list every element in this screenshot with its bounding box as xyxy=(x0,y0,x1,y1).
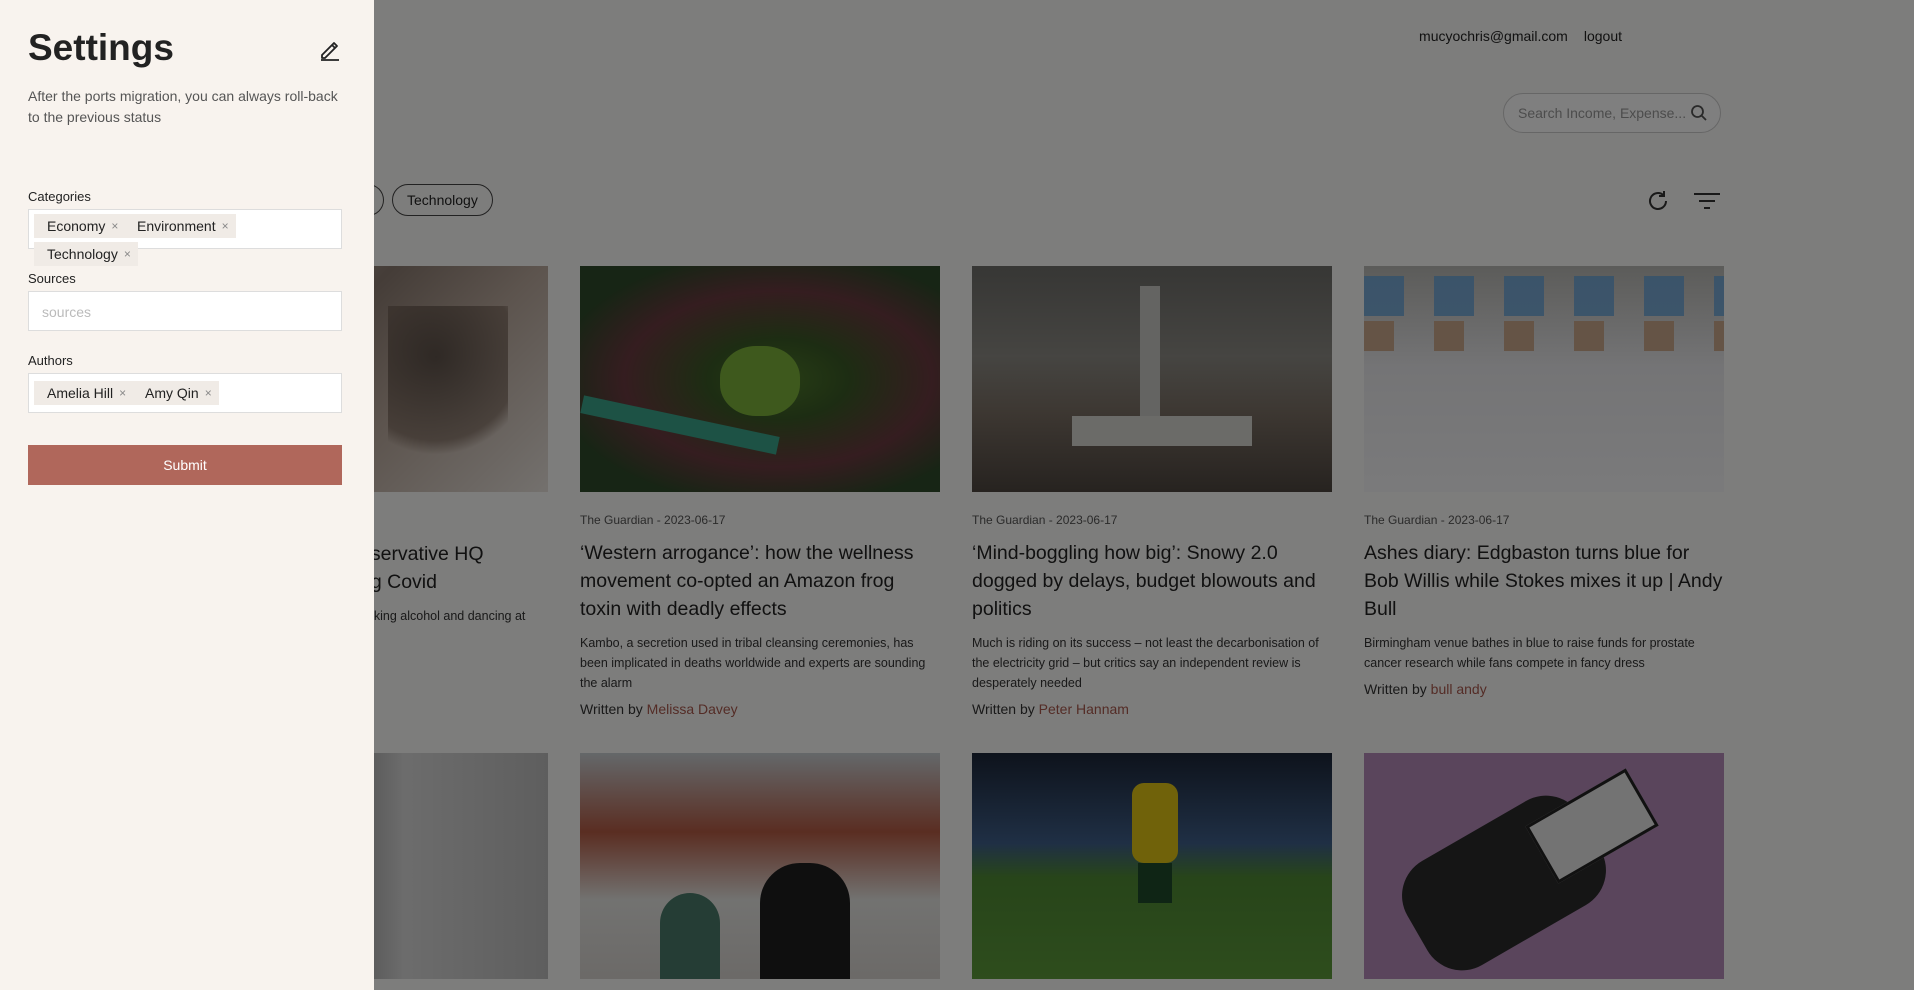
close-icon[interactable]: × xyxy=(124,247,131,261)
sources-label: Sources xyxy=(28,271,76,286)
category-tag: Economy × xyxy=(34,214,126,238)
author-tag: Amy Qin × xyxy=(132,381,219,405)
close-icon[interactable]: × xyxy=(205,386,212,400)
authors-label: Authors xyxy=(28,353,73,368)
categories-field[interactable]: Economy × Environment × Technology × xyxy=(28,209,342,266)
tag-label: Amy Qin xyxy=(145,385,199,401)
categories-label: Categories xyxy=(28,189,91,204)
pencil-icon[interactable] xyxy=(317,36,343,62)
tag-label: Technology xyxy=(47,246,118,262)
authors-field[interactable]: Amelia Hill × Amy Qin × xyxy=(28,373,342,413)
tag-label: Amelia Hill xyxy=(47,385,114,401)
close-icon[interactable]: × xyxy=(119,386,126,400)
close-icon[interactable]: × xyxy=(222,219,229,233)
sources-input[interactable] xyxy=(40,292,324,332)
settings-drawer: Settings After the ports migration, you … xyxy=(0,0,374,990)
close-icon[interactable]: × xyxy=(111,219,118,233)
tag-label: Environment xyxy=(137,218,216,234)
tag-label: Economy xyxy=(47,218,106,234)
submit-button[interactable]: Submit xyxy=(28,445,342,485)
settings-title: Settings xyxy=(28,27,174,68)
category-tag: Technology × xyxy=(34,242,138,266)
settings-note: After the ports migration, you can alway… xyxy=(28,88,338,125)
category-tag: Environment × xyxy=(124,214,236,238)
author-tag: Amelia Hill × xyxy=(34,381,134,405)
sources-field[interactable] xyxy=(28,291,342,332)
